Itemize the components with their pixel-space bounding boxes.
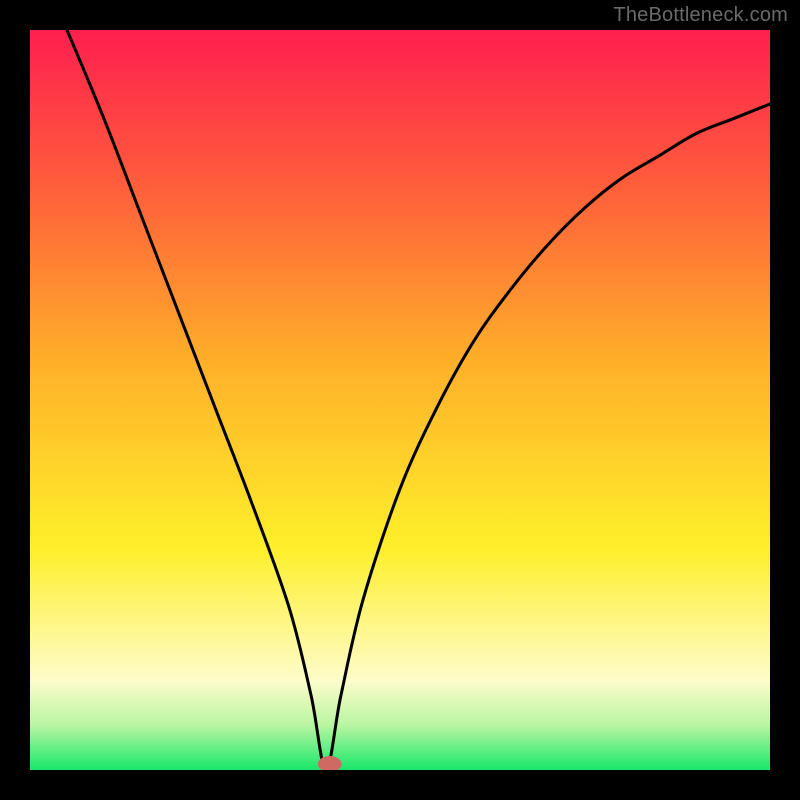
- chart-frame: TheBottleneck.com: [0, 0, 800, 800]
- optimum-marker: [318, 756, 342, 772]
- bottleneck-chart: [0, 0, 800, 800]
- plot-background: [30, 30, 770, 770]
